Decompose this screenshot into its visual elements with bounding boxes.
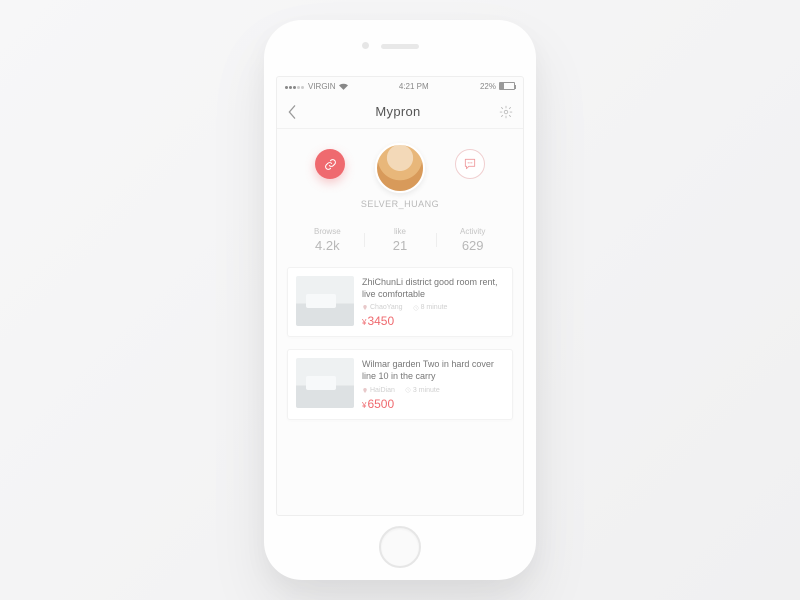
listing-title: Wilmar garden Two in hard cover line 10 … <box>362 358 504 382</box>
clock-icon <box>405 387 411 393</box>
chevron-left-icon <box>287 105 297 119</box>
pin-icon <box>362 387 368 394</box>
listing-title: ZhiChunLi district good room rent, live … <box>362 276 504 300</box>
listing-card[interactable]: ZhiChunLi district good room rent, live … <box>287 267 513 337</box>
profile-section: SELVER_HUANG <box>277 129 523 217</box>
signal-dots-icon <box>285 82 305 91</box>
clock-icon <box>413 305 419 311</box>
page-title: Mypron <box>375 104 420 119</box>
link-icon <box>324 158 337 171</box>
link-button[interactable] <box>315 149 345 179</box>
stat-value: 629 <box>436 238 509 253</box>
stats-row: Browse 4.2k like 21 Activity 629 <box>291 227 509 253</box>
gear-icon <box>499 105 513 119</box>
stat-label: Browse <box>291 227 364 236</box>
pin-icon <box>362 304 368 311</box>
screen: VIRGIN 4:21 PM 22% Mypron <box>276 76 524 516</box>
phone-speaker <box>381 44 419 49</box>
phone-camera <box>362 42 369 49</box>
status-time: 4:21 PM <box>399 82 429 91</box>
listing-location: ChaoYang <box>362 304 403 311</box>
stat-value: 21 <box>364 238 437 253</box>
listing-thumbnail <box>296 358 354 408</box>
listing-price: ¥3450 <box>362 314 504 328</box>
status-bar: VIRGIN 4:21 PM 22% <box>277 77 523 95</box>
listing-body: Wilmar garden Two in hard cover line 10 … <box>362 358 504 410</box>
settings-button[interactable] <box>499 105 513 119</box>
listing-thumbnail <box>296 276 354 326</box>
chat-icon <box>463 157 477 171</box>
stat-value: 4.2k <box>291 238 364 253</box>
stat-browse[interactable]: Browse 4.2k <box>291 227 364 253</box>
battery-icon <box>499 82 515 90</box>
avatar[interactable] <box>375 143 425 193</box>
home-button[interactable] <box>379 526 421 568</box>
battery-percent: 22% <box>480 82 496 91</box>
listing-time: 3 minute <box>405 387 440 394</box>
carrier-label: VIRGIN <box>308 82 336 91</box>
message-button[interactable] <box>455 149 485 179</box>
nav-bar: Mypron <box>277 95 523 129</box>
wifi-icon <box>339 83 348 90</box>
back-button[interactable] <box>287 105 297 119</box>
listing-price: ¥6500 <box>362 397 504 411</box>
stat-like[interactable]: like 21 <box>364 227 437 253</box>
listing-body: ZhiChunLi district good room rent, live … <box>362 276 504 328</box>
phone-frame: VIRGIN 4:21 PM 22% Mypron <box>264 20 536 580</box>
stat-label: Activity <box>436 227 509 236</box>
stat-label: like <box>364 227 437 236</box>
listing-time: 8 minute <box>413 304 448 311</box>
listing-location: HaiDian <box>362 387 395 394</box>
listing-card[interactable]: Wilmar garden Two in hard cover line 10 … <box>287 349 513 419</box>
username: SELVER_HUANG <box>277 199 523 209</box>
stat-activity[interactable]: Activity 629 <box>436 227 509 253</box>
